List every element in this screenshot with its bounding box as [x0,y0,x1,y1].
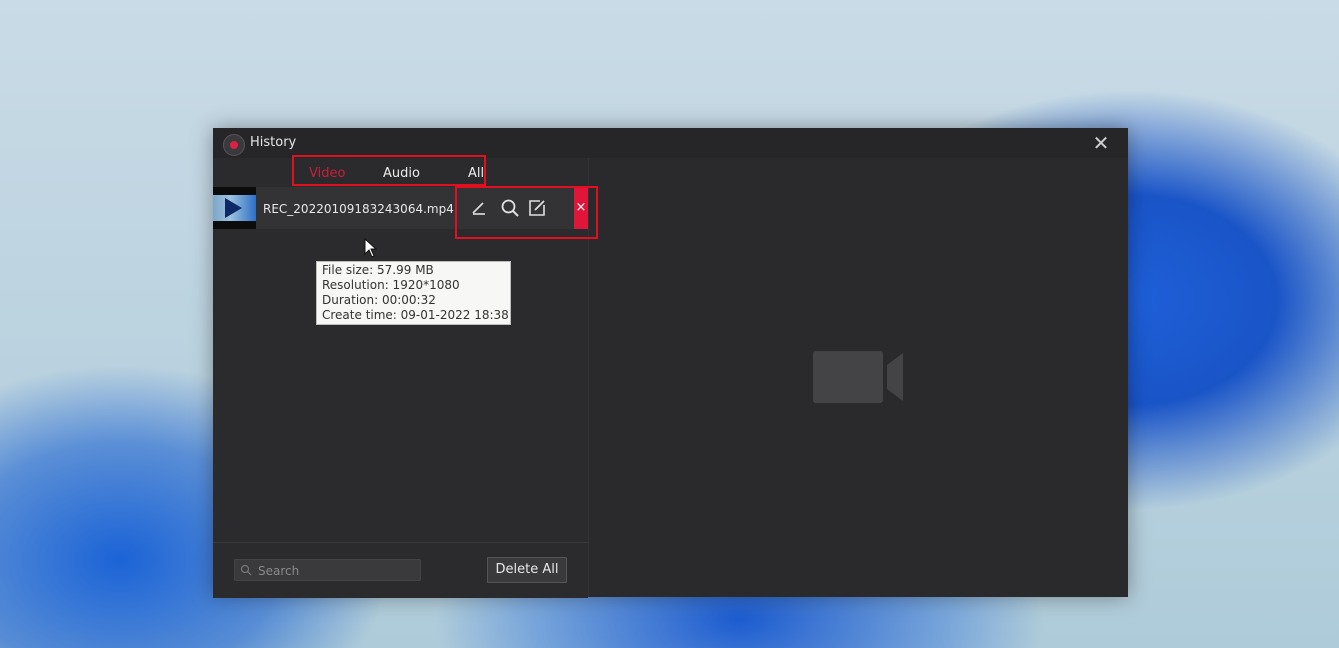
video-thumbnail [213,187,256,229]
list-item[interactable]: REC_20220109183243064.mp4 × [213,187,588,229]
media-tabs: Video Audio All [293,158,573,186]
tooltip-resolution: Resolution: 1920*1080 [322,278,505,293]
history-list-pane: Video Audio All REC_20220109183243064.mp… [213,158,588,597]
search-icon[interactable] [499,197,521,219]
tab-video[interactable]: Video [309,166,345,181]
tooltip-duration: Duration: 00:00:32 [322,293,505,308]
bottom-toolbar: Delete All [213,542,588,598]
file-name: REC_20220109183243064.mp4 [263,202,454,216]
close-icon[interactable]: ✕ [1089,132,1113,154]
search-box [234,559,421,581]
history-window: History ✕ Video Audio All REC_2022010918… [213,128,1128,597]
tab-all[interactable]: All [468,166,484,181]
search-input[interactable] [256,561,420,581]
window-title: History [250,135,296,150]
tooltip-file-size: File size: 57.99 MB [322,263,505,278]
rename-icon[interactable] [468,197,490,219]
file-info-tooltip: File size: 57.99 MB Resolution: 1920*108… [316,261,511,325]
video-camera-icon [813,351,905,403]
active-tab-indicator [299,184,363,186]
delete-file-button[interactable]: × [574,187,588,229]
delete-all-button[interactable]: Delete All [487,557,567,583]
file-actions [463,187,588,229]
play-icon [225,198,242,218]
preview-pane [589,158,1128,597]
record-logo-icon [223,134,245,156]
mouse-cursor-icon [364,238,378,258]
tooltip-create-time: Create time: 09-01-2022 18:38 [322,308,505,323]
edit-icon[interactable] [526,197,548,219]
title-bar: History ✕ [213,128,1128,158]
search-field-icon [240,564,252,576]
tab-audio[interactable]: Audio [383,166,420,181]
